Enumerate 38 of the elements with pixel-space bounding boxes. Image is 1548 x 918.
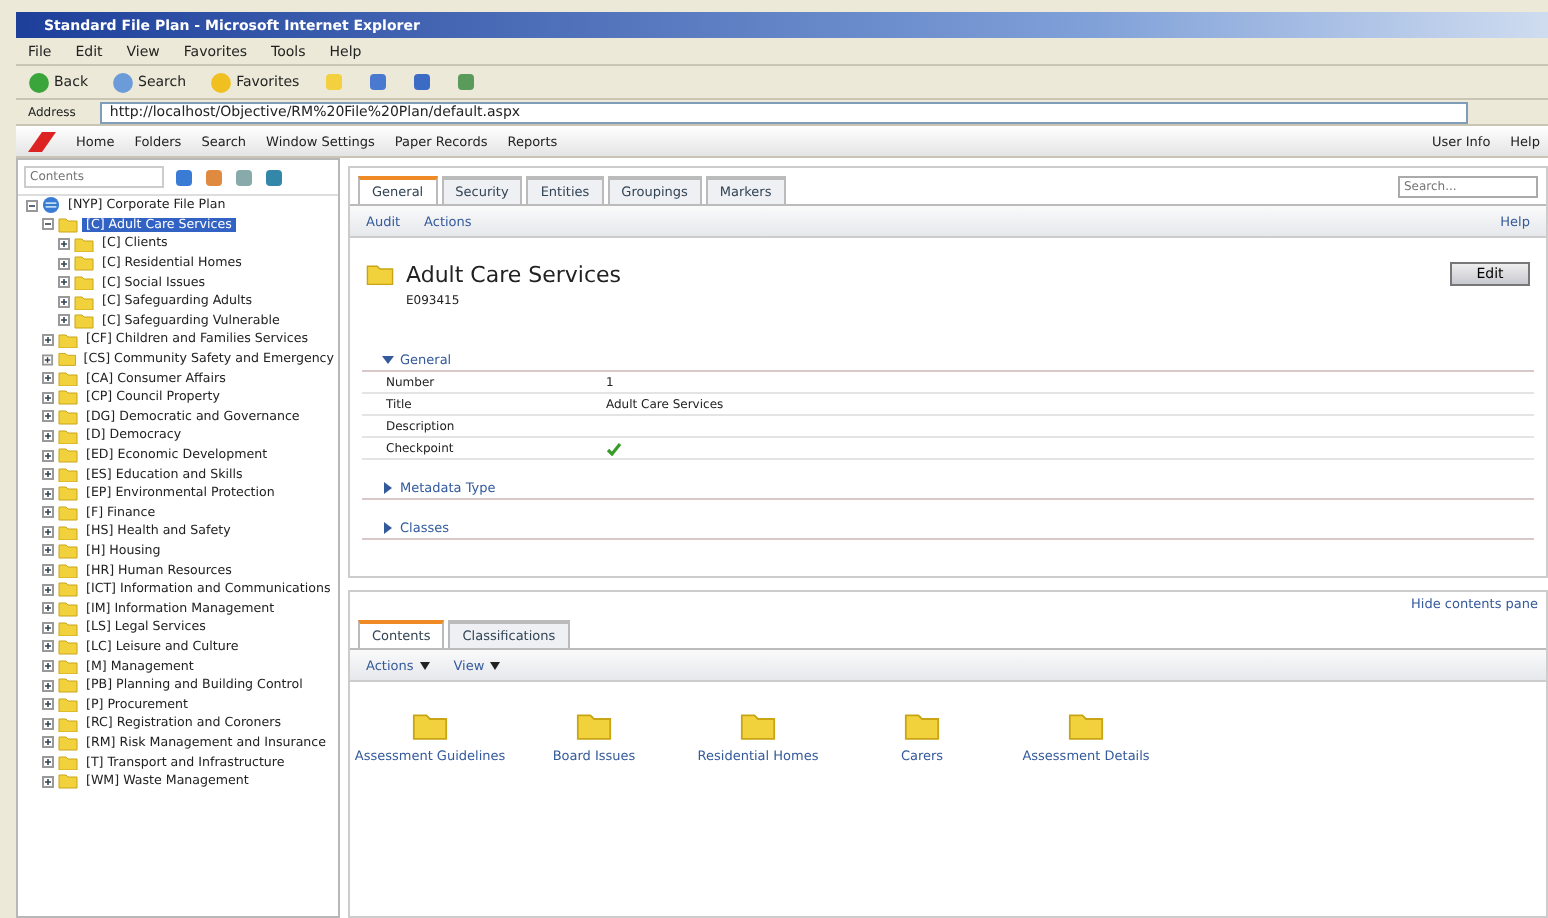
expand-icon[interactable] [58,237,70,250]
caret-icon[interactable] [490,661,501,669]
expand-icon[interactable] [42,372,54,385]
expand-icon[interactable] [42,660,54,673]
caret-icon[interactable] [419,661,430,669]
expand-icon[interactable] [42,429,54,442]
expand-icon[interactable] [42,775,54,788]
expand-icon[interactable] [42,410,54,423]
logo-icon [28,131,56,151]
expand-icon[interactable] [42,717,54,730]
expand-icon[interactable] [42,640,54,653]
expand-icon[interactable] [42,333,54,346]
expand-icon[interactable] [58,295,70,308]
expand-icon[interactable] [42,506,54,519]
expand-icon[interactable] [42,583,54,596]
expand-icon[interactable] [382,481,394,493]
collapse-icon[interactable] [382,353,394,365]
expand-icon[interactable] [42,468,54,481]
expand-icon[interactable] [42,564,54,577]
collapse-icon[interactable] [26,199,38,212]
expand-icon[interactable] [42,698,54,711]
expand-icon[interactable] [58,276,70,289]
expand-icon[interactable] [42,487,54,500]
expand-icon[interactable] [42,602,54,615]
expand-icon[interactable] [382,521,394,533]
expand-icon[interactable] [42,353,54,366]
collapse-icon[interactable] [42,218,54,231]
expand-icon[interactable] [42,621,54,634]
expand-icon[interactable] [42,391,54,404]
expand-icon[interactable] [42,736,54,749]
expand-icon[interactable] [42,544,54,557]
expand-icon[interactable] [42,679,54,692]
expand-icon[interactable] [42,525,54,538]
expand-icon[interactable] [58,314,70,327]
expand-icon[interactable] [58,257,70,270]
record-title: Adult Care Services [406,262,622,288]
expand-icon[interactable] [42,449,54,462]
expand-icon[interactable] [42,756,54,769]
